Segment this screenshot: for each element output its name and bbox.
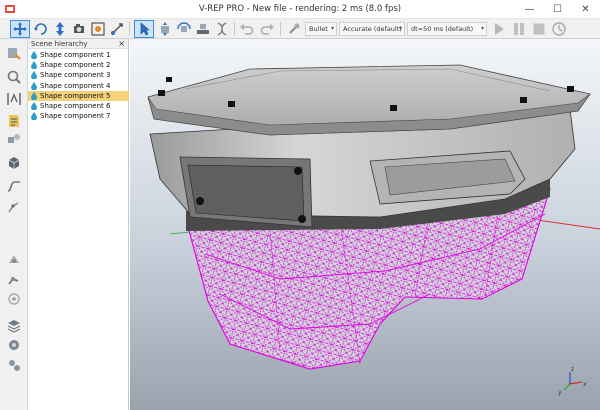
main-toolbar: Bullet ▾ Accurate (default) ▾ dt=50 ms (…	[0, 19, 600, 39]
play-icon	[495, 23, 504, 35]
close-hierarchy-button[interactable]: ×	[118, 39, 125, 48]
camera-shift-icon	[56, 22, 64, 36]
hierarchy-item-label: Shape component 1	[40, 51, 111, 59]
axis-y-label: y	[558, 389, 562, 396]
chevron-down-icon: ▾	[480, 25, 484, 32]
dynamics-icon[interactable]	[6, 251, 22, 267]
ik-icon[interactable]	[6, 199, 22, 215]
viewport-canvas[interactable]: x y z	[130, 39, 600, 410]
hierarchy-item[interactable]: Shape component 1	[28, 50, 129, 60]
left-tools-column	[0, 39, 28, 410]
scene-hierarchy-title: Scene hierarchy	[31, 40, 88, 48]
fit-to-view-icon	[91, 22, 105, 36]
dynamics-settings-icon	[289, 23, 300, 34]
chevron-down-icon: ▾	[398, 25, 402, 32]
layers-icon[interactable]	[6, 317, 22, 333]
redo-button[interactable]	[258, 20, 276, 38]
hierarchy-item[interactable]: Shape component 3	[28, 70, 129, 80]
minimize-button[interactable]: —	[516, 0, 543, 18]
accuracy-select[interactable]: Accurate (default) ▾	[339, 22, 405, 36]
undo-icon	[240, 23, 254, 35]
scene-hierarchy-panel: Scene hierarchy × Shape component 1 Shape…	[28, 39, 129, 410]
shape-icon	[31, 51, 37, 59]
click-selection-icon	[140, 22, 150, 36]
collections-icon[interactable]	[6, 91, 22, 107]
sensor-icon[interactable]	[6, 291, 22, 307]
redo-icon	[260, 23, 274, 35]
hierarchy-item-label: Shape component 4	[40, 81, 111, 90]
axis-x-label: x	[583, 381, 587, 388]
real-time-icon	[552, 22, 566, 36]
scene-hierarchy-header: Scene hierarchy ×	[28, 39, 128, 49]
transfer-dna-icon	[217, 22, 227, 36]
assemble-icon	[197, 24, 209, 34]
hierarchy-item[interactable]: Shape component 7	[28, 111, 129, 121]
engine-settings-button[interactable]	[285, 20, 303, 38]
camera-pan-icon	[13, 22, 27, 36]
shapes-icon[interactable]	[6, 131, 22, 147]
pause-button[interactable]	[510, 20, 528, 38]
manipulation-icon	[111, 23, 123, 35]
hierarchy-item[interactable]: Shape component 4	[28, 81, 129, 91]
undo-button[interactable]	[238, 20, 256, 38]
camera-opening-button[interactable]	[70, 20, 88, 38]
close-button[interactable]: ✕	[572, 0, 599, 18]
hierarchy-item[interactable]: Shape component 6	[28, 101, 129, 111]
camera-rotate-button[interactable]	[32, 20, 50, 38]
transfer-dna-button[interactable]	[213, 20, 231, 38]
hierarchy-item[interactable]: Shape component 2	[28, 60, 129, 70]
calculation-modules-icon[interactable]	[6, 69, 22, 85]
timestep-value: dt=50 ms (default)	[411, 25, 474, 33]
physics-engine-value: Bullet	[309, 25, 328, 33]
camera-shift-button[interactable]	[51, 20, 69, 38]
timestep-select[interactable]: dt=50 ms (default) ▾	[407, 22, 487, 36]
paths-icon[interactable]	[6, 178, 22, 194]
shape-icon	[31, 81, 37, 90]
real-time-button[interactable]	[550, 20, 568, 38]
camera-opening-icon	[74, 24, 84, 33]
settings-icon[interactable]	[6, 357, 22, 373]
object-shift-icon	[161, 22, 169, 36]
axis-z-label: z	[571, 366, 574, 373]
object-rotate-button[interactable]	[175, 20, 193, 38]
hierarchy-item-label: Shape component 6	[40, 102, 111, 110]
object-shift-button[interactable]	[156, 20, 174, 38]
model-browser-icon[interactable]	[6, 337, 22, 353]
maximize-button[interactable]: ☐	[544, 0, 571, 18]
pause-icon	[514, 23, 524, 35]
accuracy-value: Accurate (default)	[343, 25, 402, 33]
manipulation-button[interactable]	[108, 20, 126, 38]
scripts-icon[interactable]	[6, 113, 22, 129]
camera-pan-button[interactable]	[10, 20, 30, 38]
cube-icon[interactable]	[6, 155, 22, 171]
hierarchy-item-label: Shape component 2	[40, 61, 111, 70]
shape-icon	[31, 112, 37, 121]
hierarchy-item-label: Shape component 5	[40, 91, 111, 100]
stop-icon	[533, 23, 545, 35]
chevron-down-icon: ▾	[330, 25, 334, 32]
stop-button[interactable]	[530, 20, 548, 38]
shape-icon	[31, 91, 37, 100]
assemble-button[interactable]	[194, 20, 212, 38]
scene-viewport[interactable]: x y z	[130, 39, 600, 410]
hierarchy-item-label: Shape component 3	[40, 71, 111, 80]
play-button[interactable]	[490, 20, 508, 38]
window-title: V-REP PRO - New file - rendering: 2 ms (…	[198, 4, 402, 14]
fit-to-view-button[interactable]	[89, 20, 107, 38]
scene-object-properties-icon[interactable]	[6, 45, 22, 61]
camera-rotate-icon	[34, 23, 47, 35]
shape-icon	[31, 61, 37, 70]
joint-icon[interactable]	[6, 271, 22, 287]
shape-icon	[31, 71, 37, 80]
click-selection-button[interactable]	[134, 20, 154, 38]
shape-icon	[31, 102, 37, 110]
physics-engine-select[interactable]: Bullet ▾	[305, 22, 337, 36]
object-rotate-icon	[177, 22, 191, 32]
hierarchy-item[interactable]: Shape component 5	[28, 90, 129, 101]
hierarchy-item-label: Shape component 7	[40, 112, 111, 121]
title-bar: V-REP PRO - New file - rendering: 2 ms (…	[0, 0, 600, 19]
